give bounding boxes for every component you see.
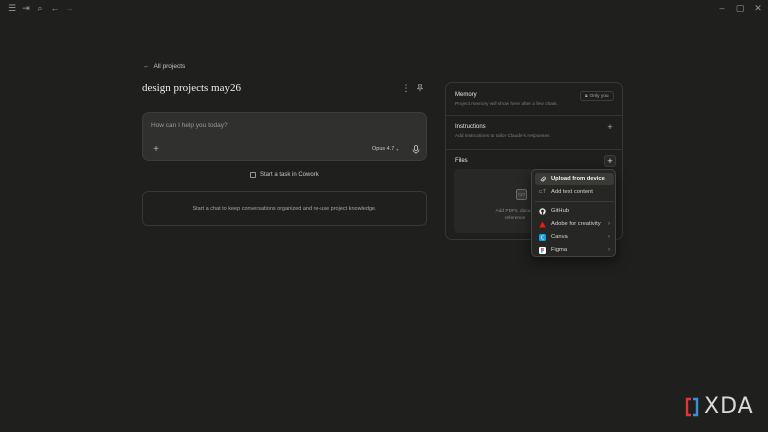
chevron-down-icon: ▾ (396, 146, 399, 152)
close-icon[interactable]: ✕ (751, 1, 765, 15)
pin-icon[interactable] (415, 83, 425, 93)
maximize-icon[interactable]: ▢ (733, 1, 747, 15)
figma-icon (539, 246, 546, 254)
sidebar-toggle-icon[interactable]: ⇥ (19, 1, 33, 15)
chevron-right-icon: › (608, 221, 610, 227)
model-selector[interactable]: Opus 4.7 ▾ (372, 146, 398, 152)
menu-item-figma[interactable]: Figma › (535, 244, 614, 256)
memory-subtitle: Project memory will show here after a fe… (455, 102, 558, 107)
chat-composer[interactable]: How can I help you today? + Opus 4.7 ▾ (142, 112, 427, 161)
back-arrow-icon[interactable]: ← (48, 1, 62, 15)
more-options-icon[interactable]: ⋮ (401, 83, 411, 93)
adobe-icon (539, 221, 546, 228)
menu-item-label: Adobe for creativity (551, 221, 601, 227)
forward-arrow-icon[interactable]: → (62, 1, 76, 15)
menu-item-label: GitHub (551, 208, 570, 214)
canva-icon: C (539, 233, 546, 241)
chevron-right-icon: › (608, 234, 610, 240)
xda-watermark: XDA (684, 394, 754, 419)
add-files-button[interactable]: + (604, 155, 616, 167)
paperclip-icon (539, 176, 546, 183)
visibility-label: Only you (589, 93, 609, 99)
memory-title: Memory (455, 92, 477, 98)
github-icon (539, 207, 546, 215)
lock-icon: 🔒︎ (585, 93, 588, 99)
menu-item-upload-from-device[interactable]: Upload from device (535, 173, 614, 185)
add-attachment-icon[interactable]: + (150, 143, 162, 155)
model-name: Opus 4.7 (372, 146, 395, 152)
search-icon[interactable]: ⌕ (33, 1, 47, 15)
menu-item-label: Add text content (551, 189, 593, 195)
instructions-subtitle: Add instructions to tailor Claude's resp… (455, 134, 550, 139)
add-content-menu: Upload from device ⊏T Add text content G… (531, 169, 616, 257)
menu-item-add-text-content[interactable]: ⊏T Add text content (535, 186, 614, 198)
minimize-icon[interactable]: – (715, 1, 729, 15)
divider (535, 201, 614, 202)
menu-item-canva[interactable]: C Canva › (535, 231, 614, 243)
page-title: design projects may26 (142, 82, 241, 94)
svg-text:C: C (541, 235, 545, 241)
all-projects-link[interactable]: ← All projects (143, 63, 185, 70)
chevron-right-icon: › (608, 247, 610, 253)
empty-chats-text: Start a chat to keep conversations organ… (192, 205, 377, 212)
cowork-icon (250, 172, 256, 178)
menu-icon[interactable]: ☰ (5, 1, 19, 15)
file-icon: TXT (516, 189, 527, 200)
divider (446, 149, 622, 150)
back-arrow-icon: ← (143, 63, 150, 70)
xda-logo-icon (685, 397, 699, 416)
menu-item-label: Figma (551, 247, 568, 253)
menu-item-adobe[interactable]: Adobe for creativity › (535, 218, 614, 230)
cowork-label: Start a task in Cowork (260, 172, 319, 178)
microphone-icon[interactable] (411, 144, 421, 154)
add-instructions-button[interactable]: + (604, 121, 616, 133)
all-projects-label: All projects (153, 63, 186, 70)
xda-logo-text: XDA (704, 394, 754, 419)
text-icon: ⊏T (538, 189, 547, 195)
menu-item-github[interactable]: GitHub (535, 205, 614, 217)
files-title: Files (455, 158, 468, 164)
start-cowork-button[interactable]: Start a task in Cowork (250, 172, 319, 178)
menu-item-label: Upload from device (551, 176, 605, 182)
chat-input[interactable]: How can I help you today? (151, 122, 228, 129)
empty-chats-box: Start a chat to keep conversations organ… (142, 191, 427, 226)
divider (446, 115, 622, 116)
menu-item-label: Canva (551, 234, 568, 240)
visibility-badge[interactable]: 🔒︎ Only you (580, 91, 614, 101)
instructions-title: Instructions (455, 124, 486, 130)
